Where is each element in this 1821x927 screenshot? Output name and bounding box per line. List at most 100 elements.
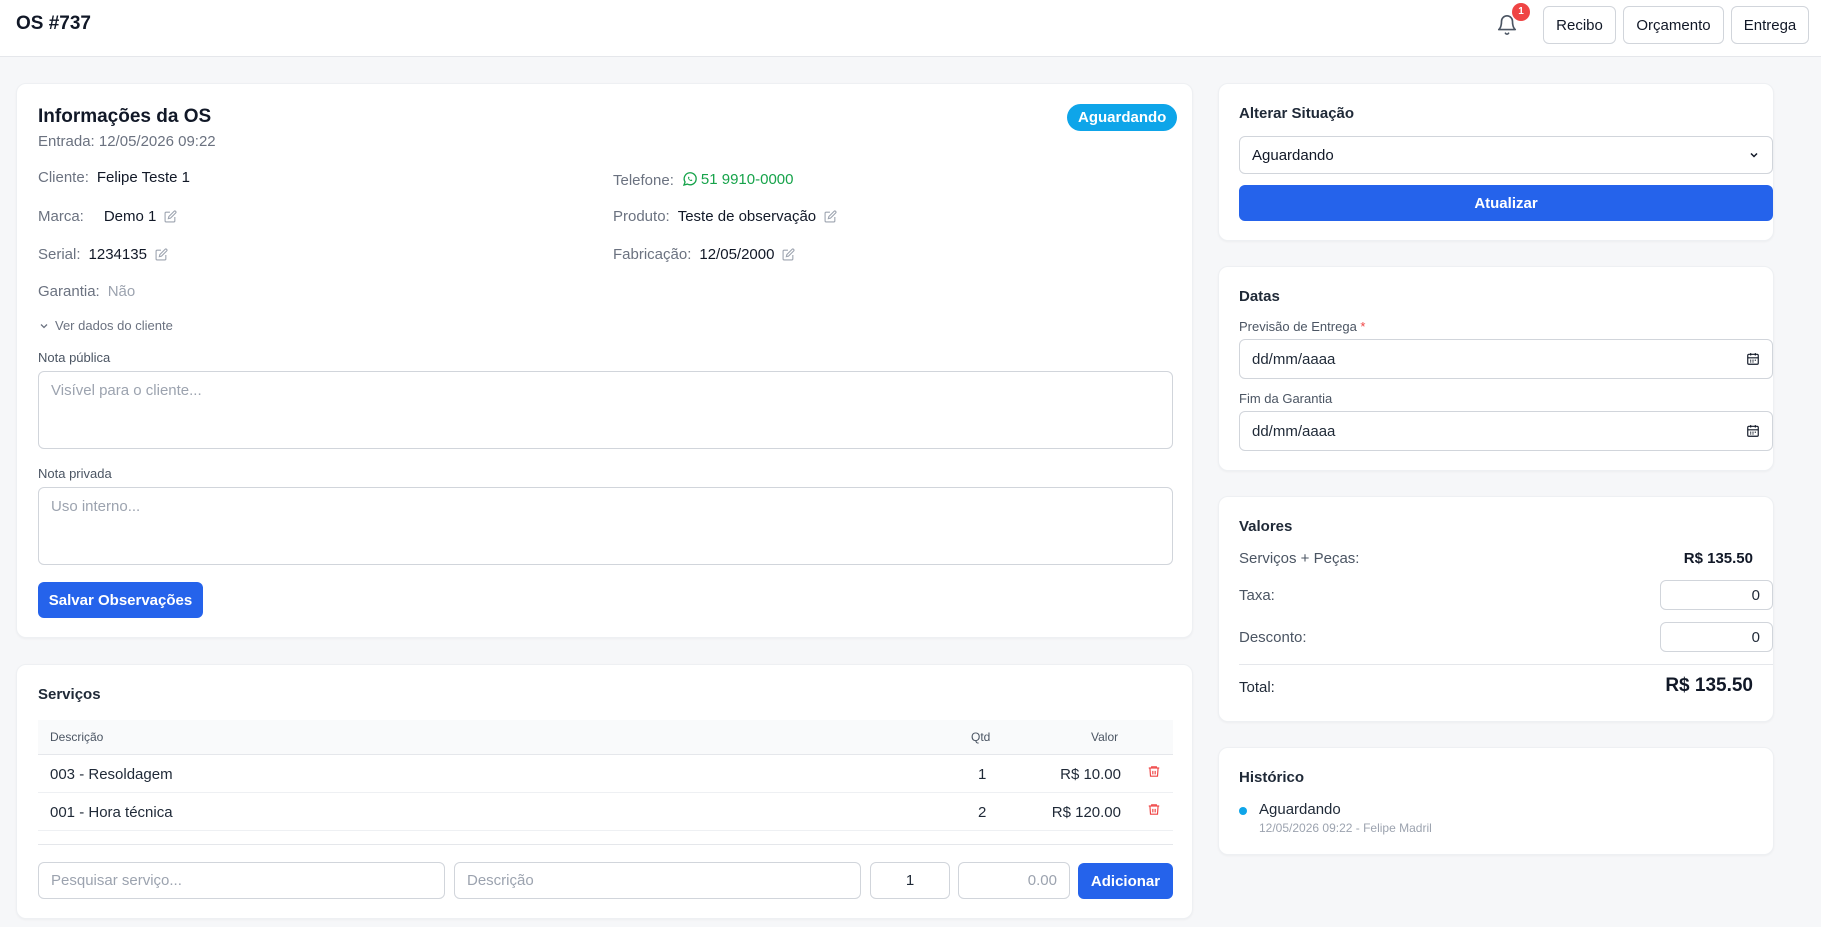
info-card: Informações da OS Entrada: 12/05/2026 09… [16,83,1193,638]
fabricacao-value: 12/05/2000 [699,246,775,263]
cliente-value: Felipe Teste 1 [96,169,190,186]
ver-dados-toggle[interactable]: Ver dados do cliente [38,318,173,333]
telefone-value: 51 9910-0000 [700,170,794,188]
datas-card: Datas Previsão de Entrega * dd/mm/aaaa F… [1218,266,1774,471]
valores-title: Valores [1239,518,1293,535]
situacao-selected: Aguardando [1252,146,1334,164]
page-title: OS #737 [16,13,91,34]
historico-card: Histórico Aguardando 12/05/2026 09:22 - … [1218,747,1774,855]
col-valor: Valor [1091,730,1119,744]
entrada-date: Entrada: 12/05/2026 09:22 [38,133,216,150]
previsao-date-input[interactable]: dd/mm/aaaa [1239,339,1773,379]
situacao-select[interactable]: Aguardando [1239,136,1773,174]
orcamento-button[interactable]: Orçamento [1623,6,1724,44]
divider [38,844,1173,845]
descricao-input[interactable]: Descrição [454,862,861,899]
entrega-button[interactable]: Entrega [1731,6,1809,44]
servicos-pecas-label: Serviços + Peças: [1239,550,1360,567]
valor-placeholder: 0.00 [1027,872,1057,889]
situacao-card: Alterar Situação Aguardando Atualizar [1218,83,1774,241]
top-bar: OS #737 1 Recibo Orçamento Entrega [0,0,1821,57]
fabricacao-label: Fabricação: [613,246,692,263]
servicos-pecas-value: R$ 135.50 [1683,550,1753,567]
datas-title: Datas [1239,288,1280,305]
whatsapp-icon [682,172,697,186]
nota-publica-textarea[interactable]: Visível para o cliente... [38,371,1173,449]
notification-bell[interactable]: 1 [1496,3,1530,39]
telefone-label: Telefone: [613,172,674,189]
servicos-table-header: Descrição Qtd Valor [38,720,1173,755]
produto-label: Produto: [613,208,670,225]
edit-marca-icon[interactable] [164,210,177,223]
serial-field: Serial: 1234135 [38,246,168,263]
calendar-icon[interactable] [1746,424,1760,438]
trash-icon[interactable] [1147,802,1161,817]
serial-label: Serial: [38,246,81,263]
fim-garantia-value: dd/mm/aaaa [1252,422,1336,440]
info-title: Informações da OS [38,106,212,127]
divider [1239,664,1773,665]
ver-dados-label: Ver dados do cliente [55,318,173,333]
desconto-label: Desconto: [1239,629,1307,646]
descricao-placeholder: Descrição [467,872,534,889]
garantia-label: Garantia: [38,283,100,300]
telefone-link[interactable]: 51 9910-0000 [682,170,794,188]
nota-privada-textarea[interactable]: Uso interno... [38,487,1173,565]
total-label: Total: [1239,679,1275,696]
table-row: 001 - Hora técnica 2 R$ 120.00 [38,793,1173,831]
servicos-card: Serviços Descrição Qtd Valor 003 - Resol… [16,664,1193,919]
produto-field: Produto: Teste de observação [613,208,837,225]
previsao-label: Previsão de Entrega * [1239,319,1365,334]
edit-fabricacao-icon[interactable] [782,248,795,261]
pesquisar-servico-input[interactable]: Pesquisar serviço... [38,862,445,899]
taxa-input[interactable]: 0 [1660,580,1773,610]
adicionar-button[interactable]: Adicionar [1078,863,1173,899]
historico-status: Aguardando [1259,801,1341,818]
marca-value: Demo 1 [103,208,157,225]
atualizar-button[interactable]: Atualizar [1239,185,1773,221]
edit-serial-icon[interactable] [155,248,168,261]
previsao-label-text: Previsão de Entrega [1239,319,1357,334]
edit-produto-icon[interactable] [824,210,837,223]
notification-badge: 1 [1512,3,1530,21]
salvar-observacoes-button[interactable]: Salvar Observações [38,582,203,618]
table-row: 003 - Resoldagem 1 R$ 10.00 [38,755,1173,793]
situacao-title: Alterar Situação [1239,105,1355,122]
total-value: R$ 135.50 [1665,675,1753,696]
row-descricao: 001 - Hora técnica [50,804,173,821]
produto-value: Teste de observação [677,208,817,225]
nota-privada-label: Nota privada [38,466,112,481]
marca-label: Marca: [38,208,84,225]
chevron-down-icon [1750,152,1758,158]
historico-title: Histórico [1239,769,1305,786]
servicos-title: Serviços [38,686,101,703]
row-qtd: 1 [978,766,987,783]
fabricacao-field: Fabricação: 12/05/2000 [613,246,795,263]
cliente-field: Cliente: Felipe Teste 1 [38,169,190,186]
timeline-dot [1239,807,1247,815]
garantia-value: Não [107,283,136,300]
calendar-icon[interactable] [1746,352,1760,366]
row-descricao: 003 - Resoldagem [50,766,173,783]
col-descricao: Descrição [50,730,104,744]
taxa-label: Taxa: [1239,587,1275,604]
required-mark: * [1360,319,1366,334]
previsao-value: dd/mm/aaaa [1252,350,1336,368]
nota-publica-label: Nota pública [38,350,111,365]
fim-garantia-date-input[interactable]: dd/mm/aaaa [1239,411,1773,451]
desconto-input[interactable]: 0 [1660,622,1773,652]
pesquisar-servico-placeholder: Pesquisar serviço... [51,872,182,889]
valor-input[interactable]: 0.00 [958,862,1070,899]
row-valor: R$ 10.00 [1060,766,1121,783]
marca-field: Marca: Demo 1 [38,208,177,225]
quantidade-value: 1 [905,872,915,889]
desconto-value: 0 [1751,628,1760,646]
trash-icon[interactable] [1147,764,1161,779]
telefone-field: Telefone: 51 9910-0000 [613,169,794,190]
row-qtd: 2 [978,804,987,821]
serial-value: 1234135 [88,246,147,263]
quantidade-input[interactable]: 1 [870,862,950,899]
garantia-field: Garantia: Não [38,283,135,300]
recibo-button[interactable]: Recibo [1543,6,1616,44]
col-qtd: Qtd [971,730,991,744]
